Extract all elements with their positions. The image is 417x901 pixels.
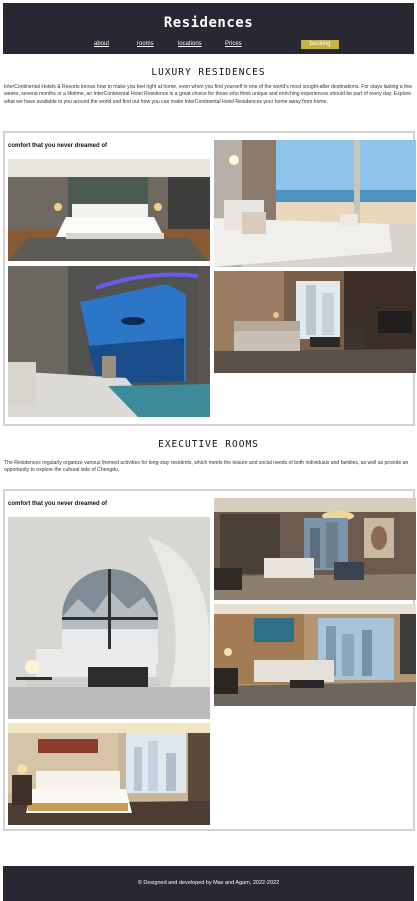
luxury-photo-ocean-view [214, 140, 416, 267]
site-title: Residences [163, 15, 254, 31]
executive-photo-lounge [214, 604, 416, 706]
executive-photo-round-window [8, 517, 210, 719]
luxury-photo-aquarium [8, 266, 210, 417]
executive-section-title: EXECUTIVE ROOMS [158, 439, 259, 450]
site-header: Residences about rooms locations Prices … [3, 3, 414, 54]
nav-link-rooms[interactable]: rooms [137, 41, 154, 47]
nav-link-locations[interactable]: locations [178, 41, 202, 47]
footer-credits: © Designed and developed by Max and Agam… [137, 880, 280, 886]
luxury-description: InterContinental Hotels & Resorts knows … [4, 84, 412, 105]
nav-link-about[interactable]: about [94, 41, 109, 47]
executive-photo-suite [214, 498, 416, 600]
executive-gallery-caption: comfort that you never dreamed of [8, 501, 108, 507]
luxury-gallery-caption: comfort that you never dreamed of [8, 143, 108, 149]
executive-photo-bedroom [8, 723, 210, 825]
luxury-gallery: comfort that you never dreamed of [3, 131, 416, 426]
nav-link-prices[interactable]: Prices [225, 41, 242, 47]
executive-gallery: comfort that you never dreamed of [3, 489, 416, 831]
booking-button[interactable]: booking [301, 40, 339, 49]
site-footer: © Designed and developed by Max and Agam… [3, 866, 414, 901]
main-nav: about rooms locations Prices booking [3, 40, 414, 53]
luxury-photo-living-room [214, 271, 416, 373]
executive-description: The Residences regularly organize variou… [4, 460, 409, 474]
luxury-section-title: LUXURY RESIDENCES [151, 67, 266, 78]
luxury-photo-bedroom [8, 159, 210, 261]
